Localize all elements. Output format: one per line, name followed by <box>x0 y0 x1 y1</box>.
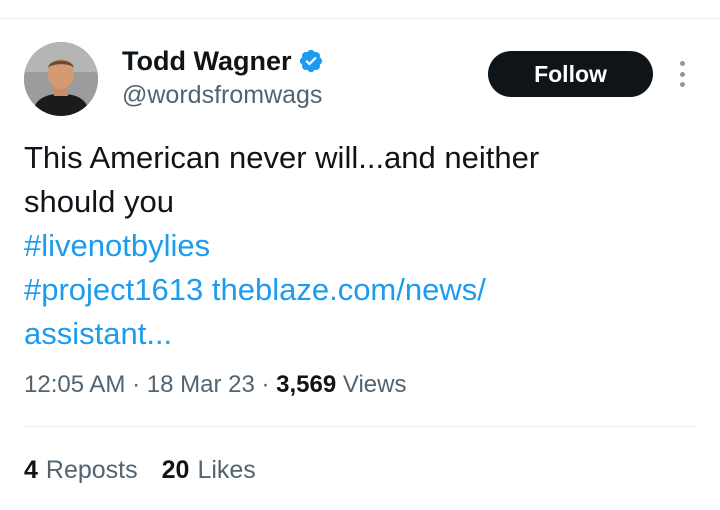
verified-badge-icon <box>300 49 323 73</box>
author-name-row: Todd Wagner <box>122 44 324 78</box>
likes-stat[interactable]: 20 Likes <box>162 452 256 488</box>
engagement-stats: 4 Reposts 20 Likes <box>24 452 256 488</box>
views-count: 3,569 <box>276 371 337 398</box>
likes-count: 20 <box>161 456 190 484</box>
author-display-name[interactable]: Todd Wagner <box>122 44 291 78</box>
hashtag-link-livenotbylies[interactable]: #livenotbylies <box>24 228 210 263</box>
more-options-icon[interactable] <box>672 58 692 90</box>
tweet-date[interactable]: 18 Mar 23 <box>147 371 255 398</box>
reposts-label: Reposts <box>45 456 138 484</box>
url-link-continuation[interactable]: assistant... <box>24 316 172 351</box>
more-dot <box>679 82 685 87</box>
more-dot <box>679 61 685 66</box>
tweet-text: This American never will...and neither s… <box>24 136 684 356</box>
meta-separator: · <box>261 371 270 398</box>
reposts-count: 4 <box>24 456 38 484</box>
follow-button[interactable]: Follow <box>488 51 653 97</box>
tweet-meta: 12:05 AM · 18 Mar 23 · 3,569 Views <box>24 367 406 403</box>
views-label: Views <box>342 371 407 398</box>
tweet-text-line: This American never will...and neither <box>24 140 540 175</box>
tweet-time[interactable]: 12:05 AM <box>24 371 125 398</box>
avatar-image <box>24 42 98 116</box>
author-handle[interactable]: @wordsfromwags <box>122 79 322 111</box>
avatar[interactable] <box>24 42 98 116</box>
likes-label: Likes <box>197 456 256 484</box>
stats-divider <box>24 426 696 427</box>
top-divider <box>0 18 720 19</box>
hashtag-link-project1613[interactable]: #project1613 <box>24 272 203 307</box>
meta-separator: · <box>132 371 141 398</box>
more-dot <box>679 71 685 77</box>
tweet-text-line: should you <box>24 184 174 219</box>
reposts-stat[interactable]: 4 Reposts <box>24 452 138 488</box>
url-link[interactable]: theblaze.com/news/ <box>212 272 486 307</box>
